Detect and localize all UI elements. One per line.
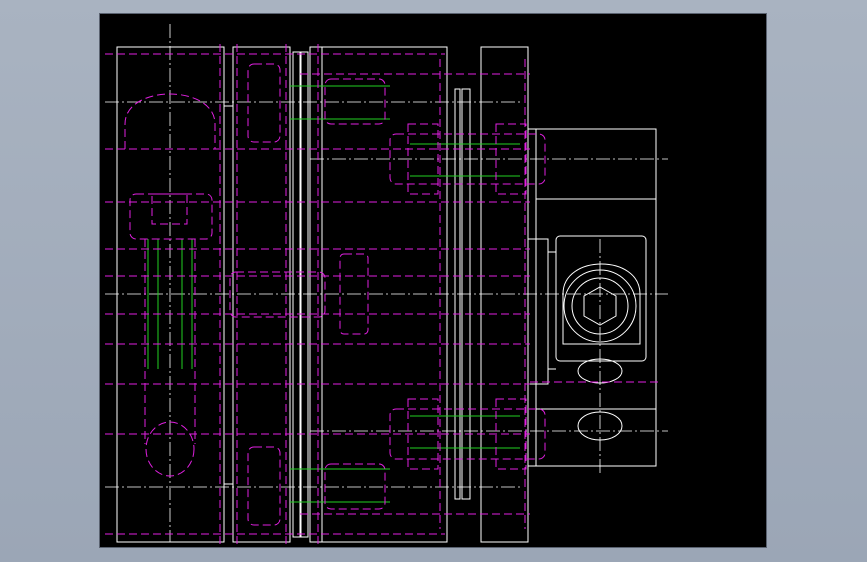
hidden-bolt-lower	[247, 446, 281, 526]
disc-2	[300, 51, 309, 538]
right-hub-flange	[480, 46, 529, 543]
visible-edges	[116, 46, 657, 543]
left-clamp-block	[116, 46, 225, 543]
disc-1	[292, 51, 301, 538]
hidden-center-bolt	[229, 271, 326, 318]
hub-block	[232, 46, 291, 543]
hidden-bolt-head	[151, 193, 188, 225]
cad-drawing	[105, 24, 668, 544]
hub-shoulder	[527, 238, 549, 385]
cad-viewport[interactable]	[99, 13, 767, 548]
hidden-counterbore-left	[129, 193, 213, 240]
hidden-bolt-upper	[247, 63, 281, 143]
right-clamp-housing	[527, 128, 657, 467]
spacer-ring	[309, 46, 323, 543]
